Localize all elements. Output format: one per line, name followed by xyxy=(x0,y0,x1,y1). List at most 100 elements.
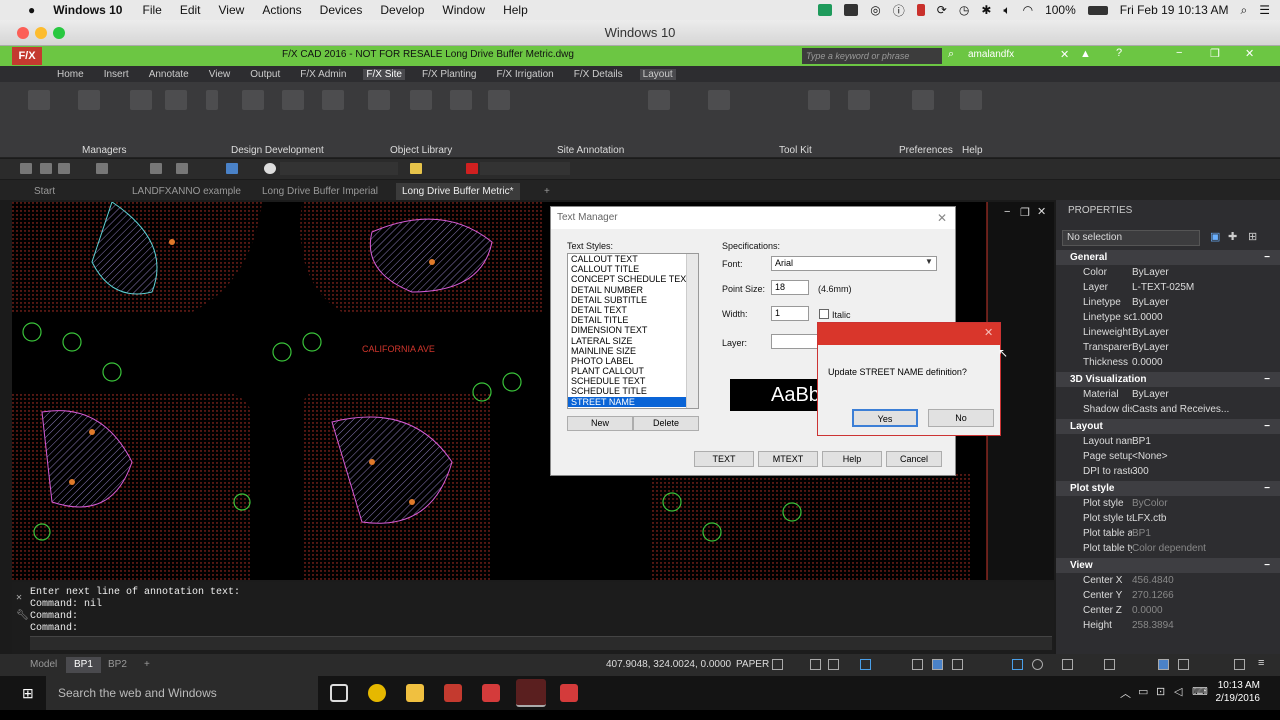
osnap-icon[interactable] xyxy=(860,659,871,670)
property-row[interactable]: Layout nameBP1 xyxy=(1056,434,1280,449)
windows-start-icon[interactable]: ⊞ xyxy=(22,685,34,702)
tab-fx-irrigation[interactable]: F/X Irrigation xyxy=(493,69,556,80)
time-machine-icon[interactable]: ◷ xyxy=(959,3,969,17)
width-input[interactable]: 1 xyxy=(771,306,809,321)
ribbon-tool-icon[interactable] xyxy=(450,90,472,110)
ribbon-tool-icon[interactable] xyxy=(368,90,390,110)
ribbon-tool-icon[interactable] xyxy=(165,90,187,110)
menu-help[interactable]: Help xyxy=(503,3,528,17)
dialog-close-icon[interactable]: ✕ xyxy=(937,211,947,225)
file-tab-metric[interactable]: Long Drive Buffer Metric* xyxy=(396,183,520,200)
command-close-icon[interactable]: ✕ xyxy=(16,592,22,604)
lineweight-icon[interactable] xyxy=(912,659,923,670)
list-item[interactable]: PLANT CALLOUT xyxy=(568,366,698,376)
tray-network-icon[interactable]: ⊡ xyxy=(1156,685,1165,698)
ribbon-tool-icon[interactable] xyxy=(130,90,152,110)
select-objects-icon[interactable]: ✚ xyxy=(1228,230,1237,243)
close-icon[interactable]: ✕ xyxy=(1245,47,1254,60)
lightbulb-icon[interactable] xyxy=(410,163,422,174)
font-select[interactable]: Arial xyxy=(771,256,937,271)
quick-select-icon[interactable]: ▣ xyxy=(1210,230,1220,243)
property-value[interactable]: LFX.ctb xyxy=(1132,511,1280,526)
list-item[interactable]: CALLOUT TITLE xyxy=(568,264,698,274)
new-icon[interactable] xyxy=(20,163,32,174)
layer-select[interactable] xyxy=(771,334,821,349)
command-input[interactable] xyxy=(30,636,1052,650)
tray-chevron-icon[interactable]: ︿ xyxy=(1120,685,1131,701)
save-icon[interactable] xyxy=(58,163,70,174)
ribbon-tool-icon[interactable] xyxy=(242,90,264,110)
hardware-acceleration-icon[interactable] xyxy=(1158,659,1169,670)
list-item[interactable]: DIMENSION TEXT xyxy=(568,325,698,335)
ribbon-tool-icon[interactable] xyxy=(708,90,730,110)
ribbon-tool-icon[interactable] xyxy=(282,90,304,110)
layout-tab-bp1[interactable]: BP1 xyxy=(66,657,101,673)
lock-ui-icon[interactable] xyxy=(1104,659,1115,670)
yes-button[interactable]: Yes xyxy=(852,409,918,427)
property-value[interactable]: 258.3894 xyxy=(1132,618,1280,633)
open-icon[interactable] xyxy=(40,163,52,174)
user-name[interactable]: amalandfx xyxy=(968,49,1014,60)
file-explorer-icon[interactable] xyxy=(406,684,424,702)
volume-icon[interactable]: 🔈︎ xyxy=(1003,3,1010,18)
undo-icon[interactable] xyxy=(150,163,162,174)
property-row[interactable]: Linetype scale1.0000 xyxy=(1056,310,1280,325)
text-button[interactable]: TEXT xyxy=(694,451,754,467)
property-value[interactable]: ByLayer xyxy=(1132,387,1280,402)
battery-icon[interactable] xyxy=(1087,5,1108,15)
isolate-objects-icon[interactable] xyxy=(1178,659,1189,670)
exchange-icon[interactable]: ✕ xyxy=(1060,48,1069,61)
transparency-icon[interactable] xyxy=(932,659,943,670)
no-button[interactable]: No xyxy=(928,409,994,427)
file-tab-start[interactable]: Start xyxy=(28,183,61,200)
ribbon-tool-icon[interactable] xyxy=(322,90,344,110)
list-item[interactable]: DETAIL NUMBER xyxy=(568,285,698,295)
tray-volume-icon[interactable]: ◁ xyxy=(1174,685,1182,698)
list-item[interactable]: CONCEPT SCHEDULE TEXT xyxy=(568,274,698,284)
property-row[interactable]: Center Y 270.1266 xyxy=(1056,588,1280,603)
property-value[interactable]: 0.0000 xyxy=(1132,603,1280,618)
tab-layout[interactable]: Layout xyxy=(639,68,676,80)
wifi-icon[interactable]: ◠ xyxy=(1023,3,1033,17)
prompt-close-icon[interactable]: ✕ xyxy=(984,326,993,339)
property-row[interactable]: TransparencyByLayer xyxy=(1056,340,1280,355)
chrome-icon[interactable] xyxy=(368,684,386,702)
notification-center-icon[interactable]: ☰ xyxy=(1259,3,1270,17)
new-tab-icon[interactable]: + xyxy=(538,183,556,200)
ribbon-tool-icon[interactable] xyxy=(28,90,50,110)
help-icon[interactable]: ? xyxy=(1116,47,1122,59)
tray-notification-icon[interactable]: ▭ xyxy=(1138,685,1148,698)
list-item[interactable]: PHOTO LABEL xyxy=(568,356,698,366)
property-row[interactable]: Plot style ByColor xyxy=(1056,496,1280,511)
list-item[interactable]: DETAIL TEXT xyxy=(568,305,698,315)
mtext-button[interactable]: MTEXT xyxy=(758,451,818,467)
ribbon-tool-icon[interactable] xyxy=(410,90,432,110)
property-value[interactable]: 0.0000 xyxy=(1132,355,1280,370)
menu-file[interactable]: File xyxy=(142,3,161,17)
viewport-close-icon[interactable]: ✕ xyxy=(1037,205,1046,218)
menu-devices[interactable]: Devices xyxy=(320,3,363,17)
tab-output[interactable]: Output xyxy=(247,69,283,80)
help-button[interactable]: Help xyxy=(822,451,882,467)
selection-cycling-icon[interactable] xyxy=(952,659,963,670)
text-style-dropdown[interactable] xyxy=(480,162,570,175)
list-item[interactable]: SCHEDULE TITLE xyxy=(568,386,698,396)
tab-insert[interactable]: Insert xyxy=(101,69,132,80)
clock[interactable]: Fri Feb 19 10:13 AM xyxy=(1120,3,1229,17)
property-row[interactable]: Thickness 0.0000 xyxy=(1056,355,1280,370)
taskbar-clock[interactable]: 10:13 AM 2/19/2016 xyxy=(1216,679,1261,705)
ortho-icon[interactable] xyxy=(810,659,821,670)
layout-tab-bp2[interactable]: BP2 xyxy=(100,657,135,673)
property-value[interactable]: <None> xyxy=(1132,449,1280,464)
task-view-icon[interactable] xyxy=(330,684,348,702)
point-size-input[interactable]: 18 xyxy=(771,280,809,295)
layer-icon[interactable] xyxy=(226,163,238,174)
print-icon[interactable] xyxy=(96,163,108,174)
ribbon-tool-icon[interactable] xyxy=(206,90,218,110)
pickadd-icon[interactable]: ⊞ xyxy=(1248,230,1257,243)
info-icon[interactable]: ⓘ xyxy=(893,2,905,19)
property-row[interactable]: Shadow displayCasts and Receives... xyxy=(1056,402,1280,417)
clean-screen-icon[interactable] xyxy=(1234,659,1245,670)
workspace-gear-icon[interactable] xyxy=(1032,659,1043,670)
viewport-minimize-icon[interactable]: − xyxy=(1004,206,1010,218)
